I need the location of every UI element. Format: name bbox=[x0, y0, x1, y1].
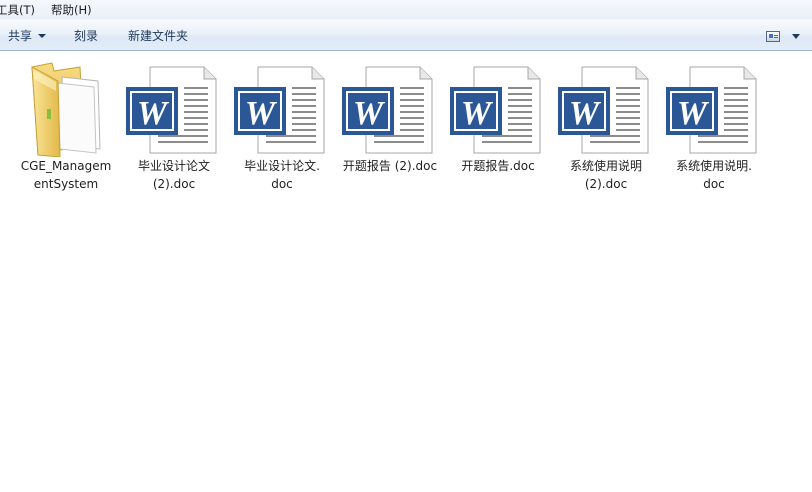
chevron-down-icon bbox=[38, 33, 47, 38]
file-list[interactable]: CGE_Managem entSystem W 毕业设计论文 (2).doc W… bbox=[0, 51, 812, 492]
file-name-line1: 系统使用说明. bbox=[676, 159, 752, 173]
new-folder-button[interactable]: 新建文件夹 bbox=[121, 23, 195, 47]
file-name: CGE_Managem entSystem bbox=[12, 157, 120, 193]
file-name-line2: doc bbox=[703, 177, 725, 191]
word-doc-icon: W bbox=[234, 61, 330, 157]
file-name: 系统使用说明. doc bbox=[660, 157, 768, 193]
burn-button-label: 刻录 bbox=[74, 28, 99, 43]
file-item-word[interactable]: W 开题报告.doc bbox=[444, 61, 552, 175]
menu-tools[interactable]: 工具(T) bbox=[0, 2, 43, 18]
word-doc-icon: W bbox=[666, 61, 762, 157]
file-name-line1: CGE_Managem bbox=[20, 159, 112, 173]
file-item-word[interactable]: W 系统使用说明 (2).doc bbox=[552, 61, 660, 193]
command-bar: 共享 刻录 新建文件夹 bbox=[0, 19, 812, 51]
svg-text:W: W bbox=[137, 95, 170, 132]
file-name: 开题报告.doc bbox=[444, 157, 552, 175]
chevron-down-icon[interactable] bbox=[792, 33, 800, 39]
file-name-line2: (2).doc bbox=[152, 177, 196, 191]
svg-text:W: W bbox=[677, 95, 710, 132]
svg-text:W: W bbox=[461, 95, 494, 132]
burn-button[interactable]: 刻录 bbox=[67, 23, 105, 47]
svg-text:W: W bbox=[569, 95, 602, 132]
word-doc-icon: W bbox=[126, 61, 222, 157]
file-name-line1: 毕业设计论文 bbox=[137, 159, 210, 173]
file-name: 毕业设计论文. doc bbox=[228, 157, 336, 193]
change-view-icon[interactable] bbox=[766, 30, 780, 42]
file-name: 开题报告 (2).doc bbox=[336, 157, 444, 175]
menu-bar: 工具(T) 帮助(H) bbox=[0, 0, 812, 19]
file-item-word[interactable]: W 毕业设计论文 (2).doc bbox=[120, 61, 228, 193]
file-item-word[interactable]: W 系统使用说明. doc bbox=[660, 61, 768, 193]
file-name-line1: 系统使用说明 bbox=[569, 159, 642, 173]
explorer-window: 工具(T) 帮助(H) 共享 刻录 新建文件夹 CGE_Managem entS… bbox=[0, 0, 812, 492]
file-name: 系统使用说明 (2).doc bbox=[552, 157, 660, 193]
file-name-line1: 开题报告.doc bbox=[461, 159, 535, 173]
file-name-line2: doc bbox=[271, 177, 293, 191]
folder-icon bbox=[18, 61, 114, 157]
word-doc-icon: W bbox=[342, 61, 438, 157]
menu-help[interactable]: 帮助(H) bbox=[51, 2, 100, 18]
share-button[interactable]: 共享 bbox=[1, 23, 53, 47]
svg-text:W: W bbox=[353, 95, 386, 132]
file-name-line2: entSystem bbox=[33, 177, 99, 191]
file-item-word[interactable]: W 开题报告 (2).doc bbox=[336, 61, 444, 175]
new-folder-button-label: 新建文件夹 bbox=[128, 28, 189, 43]
share-button-label: 共享 bbox=[8, 28, 33, 43]
file-item-folder[interactable]: CGE_Managem entSystem bbox=[12, 61, 120, 193]
file-name-line1: 开题报告 (2).doc bbox=[342, 159, 438, 173]
word-doc-icon: W bbox=[450, 61, 546, 157]
file-item-word[interactable]: W 毕业设计论文. doc bbox=[228, 61, 336, 193]
file-name: 毕业设计论文 (2).doc bbox=[120, 157, 228, 193]
view-options-button[interactable] bbox=[766, 24, 800, 48]
file-name-line1: 毕业设计论文. bbox=[244, 159, 320, 173]
svg-text:W: W bbox=[245, 95, 278, 132]
word-doc-icon: W bbox=[558, 61, 654, 157]
file-name-line2: (2).doc bbox=[584, 177, 628, 191]
